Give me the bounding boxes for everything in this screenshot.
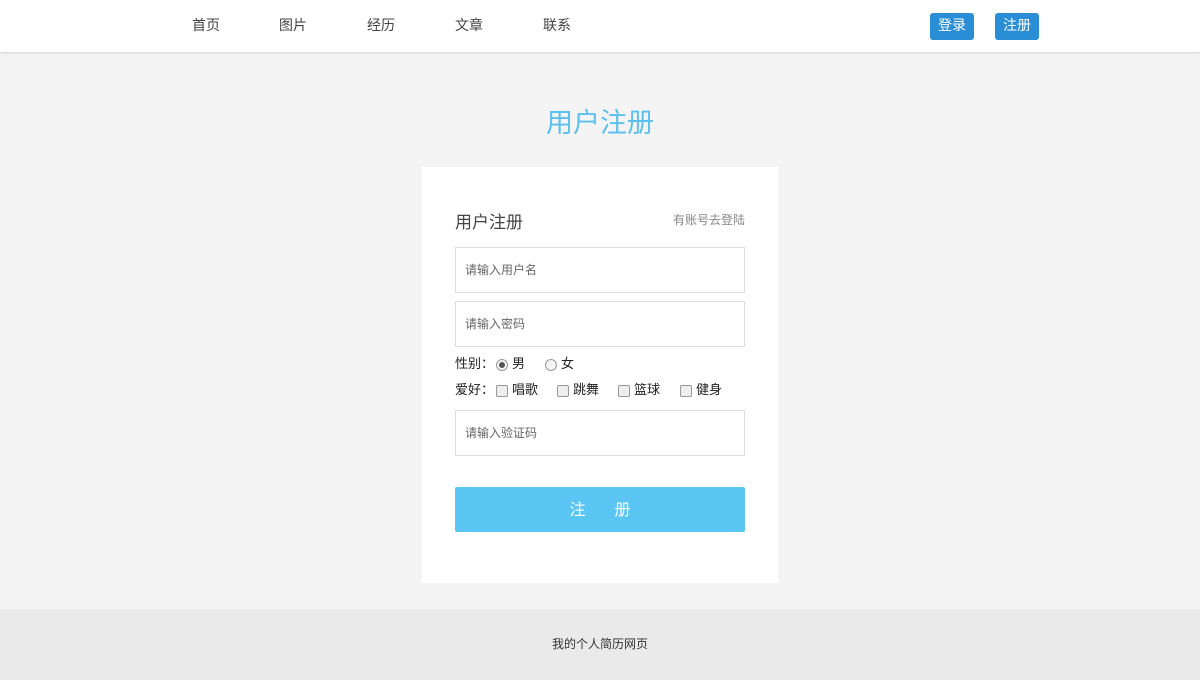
hobby-label: 爱好： bbox=[455, 383, 495, 398]
form-title: 用户注册 bbox=[455, 213, 523, 233]
hobby-option-dancing[interactable]: 跳舞 bbox=[557, 383, 599, 399]
footer: 我的个人简历网页 bbox=[0, 609, 1200, 680]
submit-register-button[interactable]: 注 册 bbox=[455, 487, 745, 532]
login-button[interactable]: 登录 bbox=[930, 13, 974, 40]
gender-option-label: 女 bbox=[561, 357, 575, 372]
nav-articles-link[interactable]: 文章 bbox=[455, 0, 483, 52]
radio-unchecked-icon[interactable] bbox=[545, 359, 557, 371]
hobby-option-basketball[interactable]: 篮球 bbox=[618, 383, 660, 399]
checkbox-icon[interactable] bbox=[557, 385, 569, 397]
gender-label: 性别： bbox=[455, 357, 495, 372]
nav-contact-link[interactable]: 联系 bbox=[543, 0, 571, 52]
password-input[interactable] bbox=[455, 301, 745, 347]
checkbox-icon[interactable] bbox=[496, 385, 508, 397]
nav-home-link[interactable]: 首页 bbox=[192, 0, 220, 52]
page-title: 用户注册 bbox=[546, 108, 654, 139]
hobby-option-label: 唱歌 bbox=[512, 383, 539, 398]
radio-checked-icon[interactable] bbox=[496, 359, 508, 371]
register-form-card: 用户注册 有账号去登陆 性别： 男 女 爱好： 唱歌 跳舞 篮球 健身 bbox=[422, 167, 778, 583]
username-input[interactable] bbox=[455, 247, 745, 293]
gender-option-label: 男 bbox=[512, 357, 526, 372]
checkbox-icon[interactable] bbox=[618, 385, 630, 397]
hobby-option-singing[interactable]: 唱歌 bbox=[496, 383, 538, 399]
top-navbar: 首页 图片 经历 文章 联系 登录 注册 bbox=[0, 0, 1200, 52]
nav-pictures-link[interactable]: 图片 bbox=[279, 0, 307, 52]
register-button[interactable]: 注册 bbox=[995, 13, 1039, 40]
footer-text: 我的个人简历网页 bbox=[551, 637, 648, 651]
gender-option-male[interactable]: 男 bbox=[496, 357, 525, 373]
hobby-option-label: 跳舞 bbox=[573, 383, 600, 398]
hobby-option-label: 健身 bbox=[696, 383, 723, 398]
go-login-link[interactable]: 有账号去登陆 bbox=[673, 211, 745, 228]
checkbox-icon[interactable] bbox=[680, 385, 692, 397]
captcha-input[interactable] bbox=[455, 410, 745, 456]
nav-experience-link[interactable]: 经历 bbox=[367, 0, 395, 52]
gender-option-female[interactable]: 女 bbox=[545, 357, 574, 373]
hobby-option-label: 篮球 bbox=[634, 383, 661, 398]
hobby-option-fitness[interactable]: 健身 bbox=[680, 383, 722, 399]
